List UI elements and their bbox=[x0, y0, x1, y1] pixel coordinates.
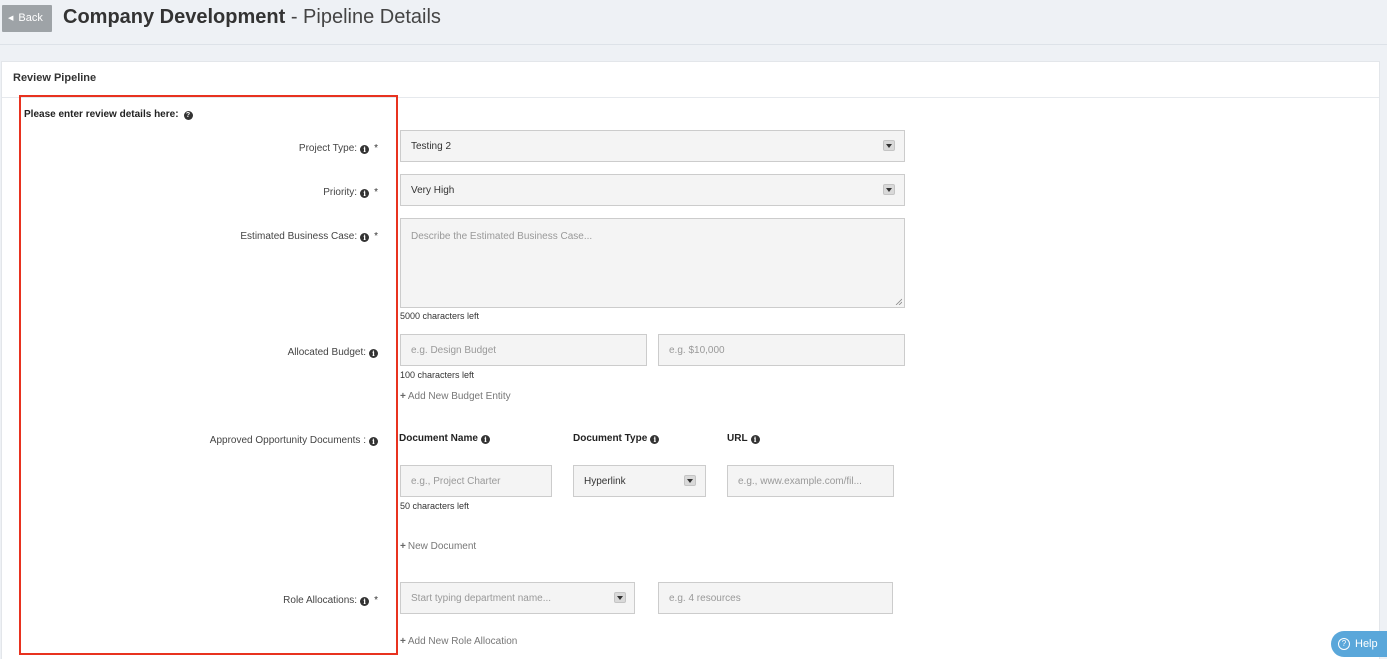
document-url-placeholder: e.g., www.example.com/fil... bbox=[738, 475, 862, 487]
column-document-name-text: Document Name bbox=[399, 433, 478, 444]
document-type-value: Hyperlink bbox=[584, 475, 626, 487]
project-type-label: Project Type: i * bbox=[299, 143, 378, 154]
panel-title: Review Pipeline bbox=[13, 72, 97, 84]
info-icon[interactable]: i bbox=[750, 435, 760, 444]
chevron-left-icon: ◀ bbox=[8, 15, 14, 22]
info-icon[interactable]: i bbox=[360, 597, 370, 606]
intro-label: Please enter review details here: bbox=[24, 109, 179, 120]
documents-label: Approved Opportunity Documents :i bbox=[210, 435, 378, 446]
add-role-label: Add New Role Allocation bbox=[407, 636, 518, 647]
required-marker: * bbox=[374, 595, 378, 606]
priority-label: Priority: i * bbox=[323, 187, 378, 198]
info-icon[interactable]: i bbox=[360, 145, 370, 154]
page-title-sub: - Pipeline Details bbox=[290, 6, 441, 28]
back-button[interactable]: ◀ Back bbox=[2, 5, 52, 32]
roles-label-text: Role Allocations: bbox=[283, 595, 358, 606]
plus-icon: + bbox=[400, 391, 406, 402]
add-role-allocation-link[interactable]: + Add New Role Allocation bbox=[400, 636, 517, 647]
priority-label-text: Priority: bbox=[323, 187, 358, 198]
plus-icon: + bbox=[400, 636, 406, 647]
panel-header: Review Pipeline bbox=[2, 62, 1379, 98]
department-placeholder: Start typing department name... bbox=[411, 592, 552, 604]
info-icon[interactable]: i bbox=[480, 435, 490, 444]
business-case-placeholder: Describe the Estimated Business Case... bbox=[411, 231, 593, 242]
budget-counter: 100 characters left bbox=[400, 370, 475, 380]
budget-label-text: Allocated Budget: bbox=[287, 347, 366, 358]
add-budget-label: Add New Budget Entity bbox=[407, 391, 511, 402]
roles-label: Role Allocations: i * bbox=[283, 595, 378, 606]
page-title: Company Development - Pipeline Details bbox=[63, 6, 441, 29]
resources-input[interactable]: e.g. 4 resources bbox=[658, 582, 893, 614]
dropdown-arrow-icon bbox=[684, 475, 696, 486]
business-case-label-text: Estimated Business Case: bbox=[240, 231, 358, 242]
page-title-main: Company Development bbox=[63, 6, 286, 28]
info-icon[interactable]: i bbox=[650, 435, 660, 444]
business-case-label: Estimated Business Case: i * bbox=[240, 231, 378, 242]
question-icon: ? bbox=[1338, 638, 1350, 650]
info-icon[interactable]: i bbox=[369, 437, 378, 446]
add-document-label: New Document bbox=[407, 541, 477, 552]
info-icon[interactable]: i bbox=[360, 189, 370, 198]
help-button[interactable]: ? Help bbox=[1331, 631, 1387, 657]
column-document-name: Document Name i bbox=[399, 433, 490, 444]
dropdown-arrow-icon bbox=[614, 592, 626, 603]
back-label: Back bbox=[18, 12, 43, 24]
dropdown-arrow-icon bbox=[883, 140, 895, 151]
project-type-value: Testing 2 bbox=[411, 140, 452, 152]
budget-amount-placeholder: e.g. $10,000 bbox=[669, 344, 725, 356]
document-name-input[interactable]: e.g., Project Charter bbox=[400, 465, 552, 497]
question-icon[interactable]: ? bbox=[183, 111, 193, 120]
help-label: Help bbox=[1355, 638, 1378, 650]
budget-amount-input[interactable]: e.g. $10,000 bbox=[658, 334, 905, 366]
business-case-textarea[interactable]: Describe the Estimated Business Case... bbox=[400, 218, 905, 308]
required-marker: * bbox=[374, 231, 378, 242]
resize-grip-icon[interactable] bbox=[895, 298, 902, 305]
document-name-placeholder: e.g., Project Charter bbox=[411, 475, 501, 487]
department-select[interactable]: Start typing department name... bbox=[400, 582, 635, 614]
priority-select[interactable]: Very High bbox=[400, 174, 905, 206]
required-marker: * bbox=[374, 143, 378, 154]
documents-label-text: Approved Opportunity Documents : bbox=[209, 435, 366, 446]
column-url: URL i bbox=[727, 433, 760, 444]
document-type-select[interactable]: Hyperlink bbox=[573, 465, 706, 497]
business-case-counter: 5000 characters left bbox=[400, 311, 480, 321]
info-icon[interactable]: i bbox=[360, 233, 370, 242]
column-document-type-text: Document Type bbox=[573, 433, 648, 444]
plus-icon: + bbox=[400, 541, 406, 552]
budget-name-input[interactable]: e.g. Design Budget bbox=[400, 334, 647, 366]
document-name-counter: 50 characters left bbox=[400, 501, 470, 511]
priority-value: Very High bbox=[411, 184, 455, 196]
dropdown-arrow-icon bbox=[883, 184, 895, 195]
top-bar: ◀ Back Company Development - Pipeline Det… bbox=[0, 0, 1387, 45]
add-budget-entity-link[interactable]: + Add New Budget Entity bbox=[400, 391, 511, 402]
required-marker: * bbox=[374, 187, 378, 198]
project-type-label-text: Project Type: bbox=[298, 143, 358, 154]
info-icon[interactable]: i bbox=[369, 349, 378, 358]
resources-placeholder: e.g. 4 resources bbox=[669, 592, 741, 604]
document-url-input[interactable]: e.g., www.example.com/fil... bbox=[727, 465, 894, 497]
project-type-select[interactable]: Testing 2 bbox=[400, 130, 905, 162]
intro-text: Please enter review details here:? bbox=[24, 109, 193, 120]
column-url-text: URL bbox=[727, 433, 748, 444]
budget-label: Allocated Budget: i bbox=[288, 347, 378, 358]
budget-name-placeholder: e.g. Design Budget bbox=[411, 344, 497, 356]
column-document-type: Document Type i bbox=[573, 433, 660, 444]
add-document-link[interactable]: + New Document bbox=[400, 541, 476, 552]
